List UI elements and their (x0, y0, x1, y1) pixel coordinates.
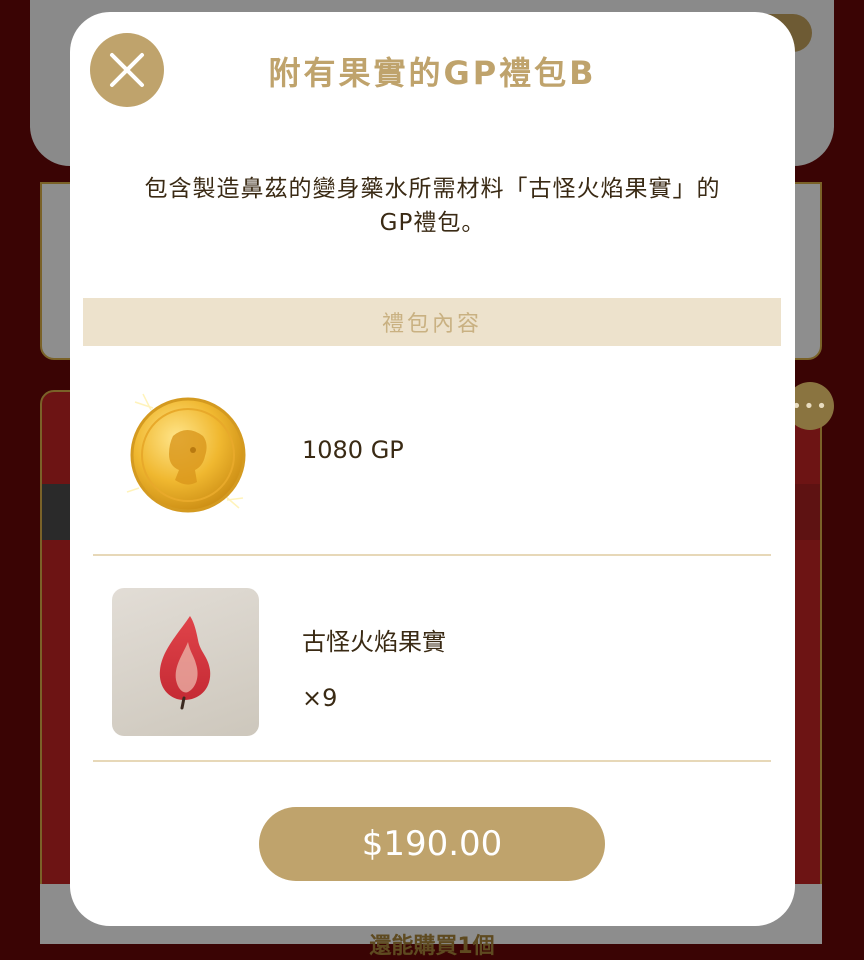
background-band-left (42, 484, 72, 540)
item-quantity: ×9 (302, 684, 338, 712)
flame-fruit-icon (112, 588, 259, 736)
bundle-description: 包含製造鼻茲的變身藥水所需材料「古怪火焰果實」的 GP禮包。 (90, 172, 775, 240)
bundle-contents-header: 禮包內容 (83, 298, 781, 346)
description-line-1: 包含製造鼻茲的變身藥水所需材料「古怪火焰果實」的 (144, 176, 721, 202)
description-line-2: GP禮包。 (379, 210, 486, 236)
gold-coin-icon (121, 388, 251, 518)
item-name-gp: 1080 GP (302, 436, 404, 464)
bundle-item-gp: 1080 GP (93, 358, 771, 556)
background-purchase-limit: 還能購買1個 (369, 934, 495, 959)
bundle-item-flame-fruit: 古怪火焰果實 ×9 (93, 556, 771, 762)
bundle-detail-modal: 附有果實的GP禮包B 包含製造鼻茲的變身藥水所需材料「古怪火焰果實」的 GP禮包… (70, 12, 795, 926)
item-name-flame-fruit: 古怪火焰果實 (302, 628, 446, 656)
modal-title: 附有果實的GP禮包B (268, 54, 597, 92)
buy-button[interactable]: $190.00 (259, 807, 605, 881)
background-band-right (794, 484, 820, 540)
